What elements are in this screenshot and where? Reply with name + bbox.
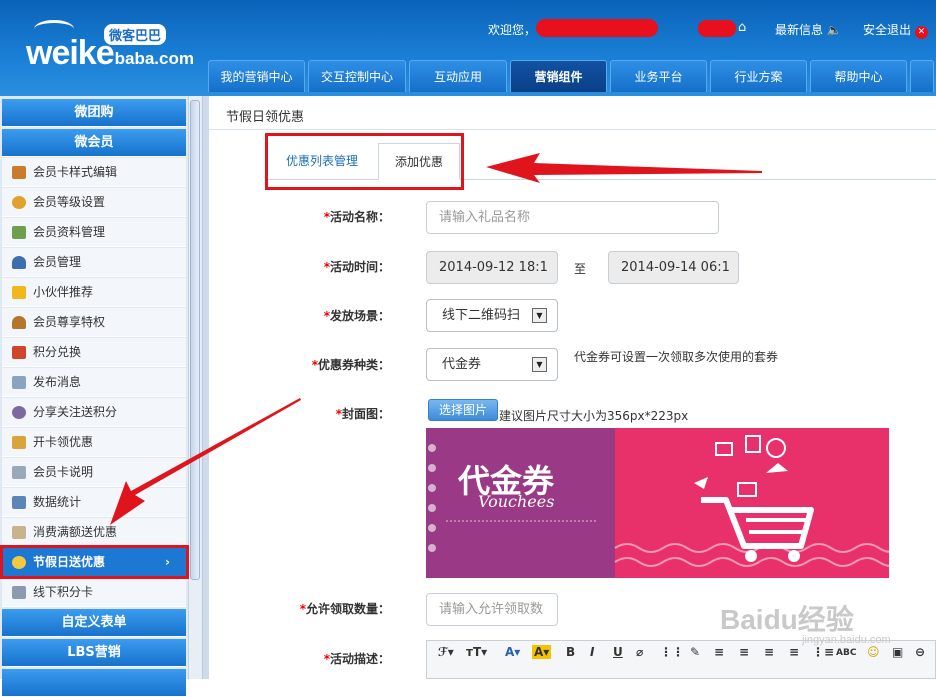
annotation-arrow-tabs (486, 153, 762, 183)
bold-icon[interactable]: B (566, 645, 575, 659)
coupon-type-hint: 代金券可设置一次领取多次使用的套券 (574, 350, 779, 364)
scene-label: *发放场景： (323, 309, 390, 323)
coupon-type-select[interactable]: 代金券 ▼ (426, 348, 558, 381)
underline-icon[interactable]: U (613, 645, 623, 659)
baidu-watermark: Baidu经验 jingyan.baidu.com (720, 604, 891, 646)
coupon-type-label: *优惠券种类： (311, 358, 390, 372)
end-time-input[interactable]: 2014-09-14 06:1 (608, 251, 739, 284)
shopping-cart-illustration-icon (428, 435, 889, 567)
scene-select[interactable]: 线下二维码扫 ▼ (426, 299, 558, 332)
image-insert-icon[interactable]: ▣ (892, 645, 903, 659)
table-icon[interactable]: ⋮⋮ (660, 645, 684, 659)
align-left-icon[interactable]: ≡ (714, 645, 724, 659)
link-icon[interactable]: ⊖ (915, 645, 925, 659)
cover-size-hint: 建议图片尺寸大小为356px*223px (499, 409, 689, 423)
font-color-icon[interactable]: A▾ (505, 645, 520, 659)
activity-name-label: *活动名称： (323, 210, 390, 224)
clear-format-icon[interactable]: ⌀ (636, 645, 643, 659)
activity-time-label: *活动时间： (323, 260, 390, 274)
allow-quantity-label: *允许领取数量： (299, 602, 390, 616)
spellcheck-icon[interactable]: ABC (836, 648, 856, 658)
justify-icon[interactable]: ≡ (789, 645, 799, 659)
font-size-icon[interactable]: тT▾ (466, 645, 487, 659)
cover-image-preview: 代金券 Vouchees (426, 428, 889, 578)
italic-icon[interactable]: I (590, 645, 594, 659)
emoticon-icon[interactable]: ☺ (867, 645, 880, 659)
choose-image-button[interactable]: 选择图片 (428, 399, 498, 421)
time-separator: 至 (574, 262, 587, 276)
start-time-input[interactable]: 2014-09-12 18:1 (426, 251, 558, 284)
list-icon[interactable]: ⋮≡ (812, 645, 834, 659)
activity-name-input[interactable]: 请输入礼品名称 (426, 201, 719, 234)
chevron-down-icon: ▼ (532, 357, 547, 372)
align-center-icon[interactable]: ≡ (739, 645, 749, 659)
allow-quantity-input[interactable]: 请输入允许领取数 (426, 593, 558, 626)
font-family-icon[interactable]: ℱ▾ (438, 645, 454, 659)
align-right-icon[interactable]: ≡ (764, 645, 774, 659)
chevron-down-icon: ▼ (532, 308, 547, 323)
cover-label: *封面图： (335, 407, 390, 421)
description-label: *活动描述： (323, 652, 390, 666)
highlight-color-icon[interactable]: A▾ (532, 645, 552, 659)
format-brush-icon[interactable]: ✎ (690, 645, 700, 659)
